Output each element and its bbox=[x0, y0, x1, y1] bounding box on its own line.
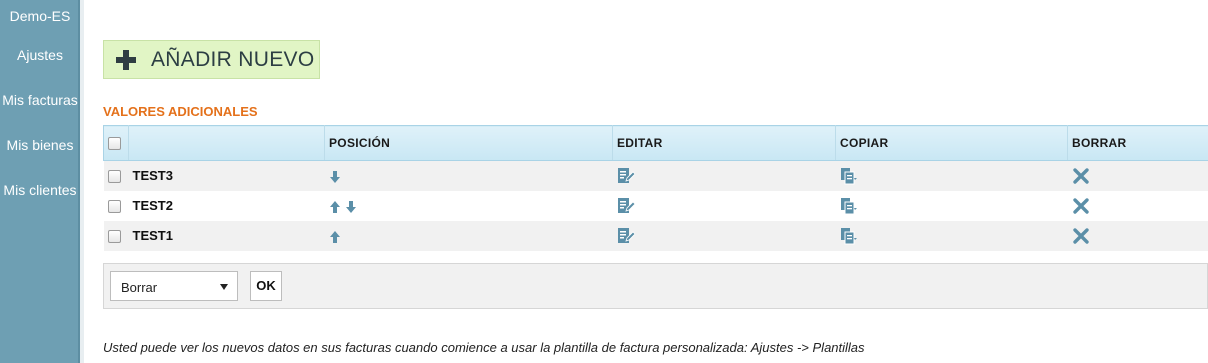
column-header-position: POSICIÓN bbox=[324, 125, 613, 161]
sidebar: Demo-ES Ajustes Mis facturas Mis bienes … bbox=[0, 0, 80, 363]
sidebar-item-mis-clientes[interactable]: Mis clientes bbox=[0, 182, 80, 198]
row-checkbox[interactable] bbox=[107, 170, 121, 184]
ok-button[interactable]: OK bbox=[250, 271, 282, 301]
arrow-up-icon[interactable] bbox=[329, 200, 341, 213]
copy-cell bbox=[835, 160, 1068, 191]
bulk-action-selected: Borrar bbox=[121, 280, 158, 295]
column-header-copy: COPIAR bbox=[835, 125, 1068, 161]
section-title: VALORES ADICIONALES bbox=[103, 104, 258, 119]
select-all-header bbox=[103, 125, 129, 161]
row-name: TEST3 bbox=[128, 160, 325, 191]
edit-icon[interactable] bbox=[617, 227, 635, 245]
sidebar-item-demo-es[interactable]: Demo-ES bbox=[0, 8, 80, 24]
sidebar-item-mis-bienes[interactable]: Mis bienes bbox=[0, 137, 80, 153]
copy-cell bbox=[835, 220, 1068, 251]
copy-icon[interactable] bbox=[840, 167, 858, 185]
delete-x-icon[interactable] bbox=[1072, 167, 1090, 185]
table-header-row: POSICIÓN EDITAR COPIAR BORRAR bbox=[103, 125, 1208, 161]
position-cell bbox=[324, 220, 613, 251]
delete-x-icon[interactable] bbox=[1072, 227, 1090, 245]
edit-cell bbox=[612, 220, 836, 251]
footnote-text: Usted puede ver los nuevos datos en sus … bbox=[103, 340, 865, 355]
row-checkbox[interactable] bbox=[107, 200, 121, 214]
column-header-name bbox=[128, 125, 325, 161]
edit-icon[interactable] bbox=[617, 197, 635, 215]
delete-x-icon[interactable] bbox=[1072, 197, 1090, 215]
edit-icon[interactable] bbox=[617, 167, 635, 185]
copy-cell bbox=[835, 190, 1068, 221]
column-header-delete: BORRAR bbox=[1067, 125, 1208, 161]
plus-icon bbox=[116, 49, 136, 70]
table-row: TEST1 bbox=[103, 220, 1208, 251]
dropdown-caret-icon bbox=[220, 284, 228, 290]
edit-cell bbox=[612, 190, 836, 221]
add-new-label: AÑADIR NUEVO bbox=[151, 47, 315, 71]
sidebar-item-ajustes[interactable]: Ajustes bbox=[0, 47, 80, 63]
add-new-button[interactable]: AÑADIR NUEVO bbox=[103, 40, 320, 79]
copy-icon[interactable] bbox=[840, 197, 858, 215]
edit-cell bbox=[612, 160, 836, 191]
row-checkbox[interactable] bbox=[107, 230, 121, 244]
position-cell bbox=[324, 190, 613, 221]
bulk-action-bar: Borrar OK bbox=[103, 263, 1208, 309]
copy-icon[interactable] bbox=[840, 227, 858, 245]
table-row: TEST3 bbox=[103, 160, 1208, 191]
delete-cell bbox=[1067, 190, 1208, 221]
values-table: POSICIÓN EDITAR COPIAR BORRAR TEST3 TEST… bbox=[103, 125, 1208, 251]
delete-cell bbox=[1067, 220, 1208, 251]
table-row: TEST2 bbox=[103, 190, 1208, 221]
arrow-up-icon[interactable] bbox=[329, 230, 341, 243]
row-name: TEST2 bbox=[128, 190, 325, 221]
column-header-edit: EDITAR bbox=[612, 125, 836, 161]
sidebar-divider bbox=[80, 0, 84, 363]
arrow-down-icon[interactable] bbox=[329, 170, 341, 183]
select-all-checkbox[interactable] bbox=[108, 137, 121, 151]
delete-cell bbox=[1067, 160, 1208, 191]
sidebar-item-mis-facturas[interactable]: Mis facturas bbox=[0, 92, 80, 108]
bulk-action-select[interactable]: Borrar bbox=[110, 271, 238, 301]
arrow-down-icon[interactable] bbox=[345, 200, 357, 213]
row-name: TEST1 bbox=[128, 220, 325, 251]
position-cell bbox=[324, 160, 613, 191]
